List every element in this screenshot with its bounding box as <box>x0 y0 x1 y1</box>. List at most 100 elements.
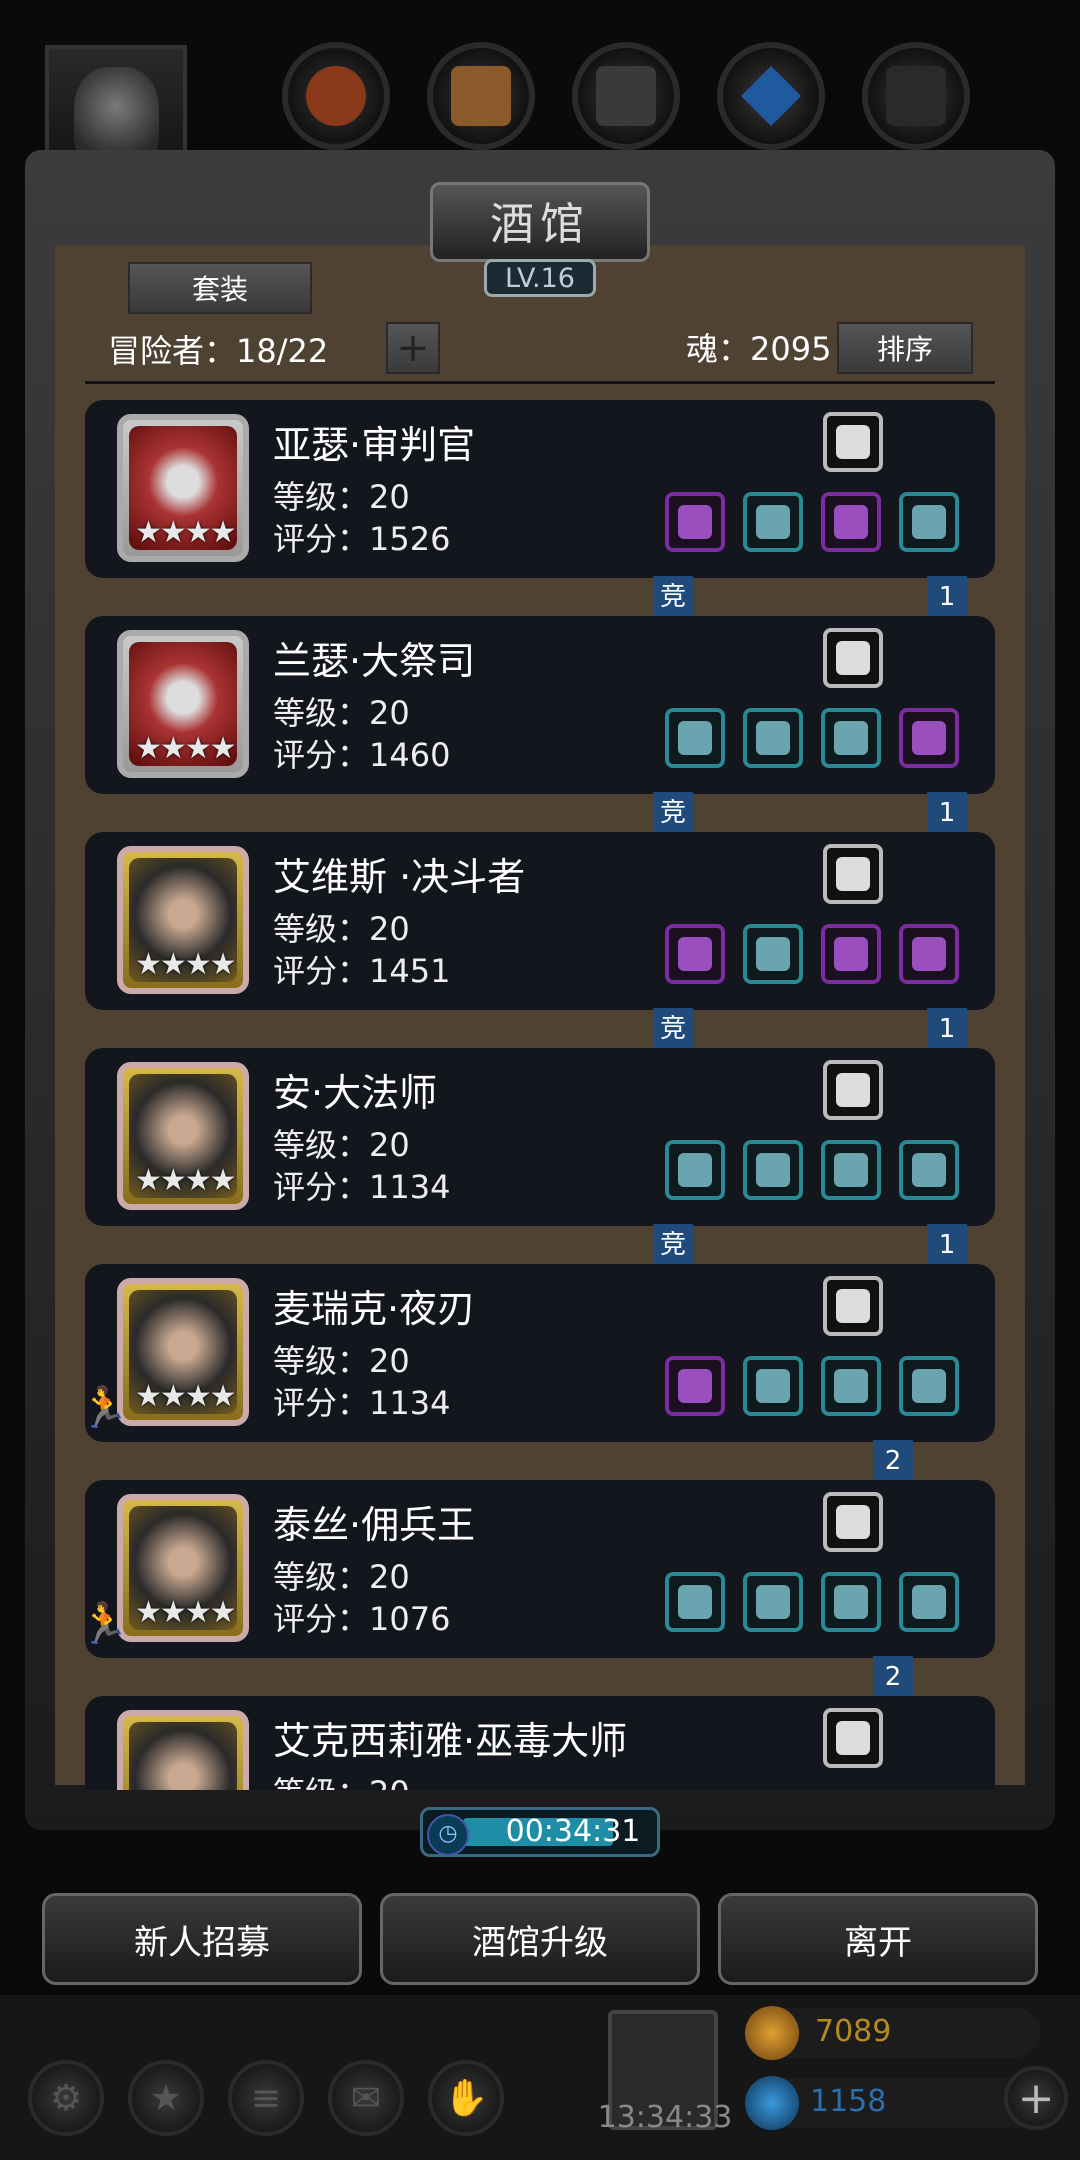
fang-icon[interactable] <box>823 1276 883 1336</box>
helmet-icon[interactable] <box>821 492 881 552</box>
slot-glyph <box>836 1289 870 1323</box>
hero-card[interactable]: ★★★★ 艾维斯 ·决斗者等级：20 评分：1451 <box>85 832 995 1010</box>
hero-card[interactable]: 艾克西莉雅·巫毒大师等级：20 <box>85 1696 995 1790</box>
slot-glyph <box>912 1585 946 1619</box>
slot-glyph <box>836 1721 870 1755</box>
slot-glyph <box>678 505 712 539</box>
hero-card[interactable]: ★★★★ 亚瑟·审判官 等级：20 评分：1526 <box>85 400 995 578</box>
treasure-chest-icon[interactable] <box>899 492 959 552</box>
sort-button[interactable]: 排序 <box>837 322 973 374</box>
leather-armor-icon[interactable] <box>743 1356 803 1416</box>
hero-score: 评分：1134 <box>273 1168 451 1206</box>
slot-glyph <box>834 1153 868 1187</box>
hero-card[interactable]: ★★★★ 麦瑞克·夜刃 等级：20 评分：1134 🏃 <box>85 1264 995 1442</box>
planks-icon[interactable] <box>427 42 535 150</box>
soul-count: 魂：2095 <box>686 330 832 368</box>
mail-icon[interactable]: ✉ <box>328 2060 404 2136</box>
ring-icon[interactable] <box>899 1140 959 1200</box>
hero-card[interactable]: ★★★★ 安·大法师等级：20 评分：1134 <box>85 1048 995 1226</box>
achievement-icon[interactable]: ★ <box>128 2060 204 2136</box>
slot-glyph <box>912 505 946 539</box>
tavern-title: 酒馆 <box>490 199 590 250</box>
fur-icon[interactable] <box>823 844 883 904</box>
upgrade-tavern-button[interactable]: 酒馆升级 <box>380 1893 700 1985</box>
hero-card[interactable]: ★★★★ 兰瑟·大祭司 等级：20 评分：1460 <box>85 616 995 794</box>
hero-portrait[interactable]: ★★★★ <box>117 414 249 562</box>
hero-portrait[interactable]: ★★★★ <box>117 630 249 778</box>
hero-name: 麦瑞克·夜刃 <box>273 1287 476 1331</box>
clock-icon: ◷ <box>427 1814 469 1856</box>
hero-portrait[interactable] <box>117 1710 249 1790</box>
wood-log-icon[interactable] <box>282 42 390 150</box>
robe-icon[interactable] <box>743 1140 803 1200</box>
slot-glyph <box>756 1369 790 1403</box>
staff-icon[interactable] <box>665 1140 725 1200</box>
hero-portrait[interactable]: ★★★★ <box>117 846 249 994</box>
hero-stars: ★★★★ <box>135 731 237 766</box>
dagger-icon[interactable] <box>665 1356 725 1416</box>
hero-name: 兰瑟·大祭司 <box>273 639 476 683</box>
robe-icon[interactable] <box>743 1572 803 1632</box>
leave-button[interactable]: 离开 <box>718 1893 1038 1985</box>
recruit-button[interactable]: 新人招募 <box>42 1893 362 1985</box>
hero-card[interactable]: ★★★★ 泰丝·佣兵王 等级：20 评分：1076 🏃 <box>85 1480 995 1658</box>
tavern-level-badge: LV.16 <box>484 259 596 297</box>
hero-portrait[interactable]: ★★★★ <box>117 1494 249 1642</box>
slot-glyph <box>912 1369 946 1403</box>
hero-level: 等级：20 <box>273 1768 410 1790</box>
slot-glyph <box>834 937 868 971</box>
slot-glyph <box>834 1585 868 1619</box>
horn-icon[interactable] <box>821 1572 881 1632</box>
iron-ingot-icon[interactable] <box>572 42 680 150</box>
hero-name: 安·大法师 <box>273 1071 438 1115</box>
hero-level: 等级：20 <box>273 694 410 732</box>
glove-icon[interactable] <box>821 1140 881 1200</box>
pickaxe-icon[interactable] <box>665 1572 725 1632</box>
chest-armor-icon[interactable] <box>743 492 803 552</box>
plate-armor-icon[interactable] <box>743 708 803 768</box>
add-slot-button[interactable]: + <box>386 322 440 374</box>
hero-score: 评分：1526 <box>273 520 451 558</box>
set-button[interactable]: 套装 <box>128 262 312 314</box>
coal-icon[interactable] <box>862 42 970 150</box>
ring-icon[interactable] <box>821 708 881 768</box>
hero-name: 艾维斯 ·决斗者 <box>273 855 526 899</box>
hero-stars: ★★★★ <box>135 515 237 550</box>
hero-name: 亚瑟·审判官 <box>273 423 476 467</box>
hero-level: 等级：20 <box>273 910 410 948</box>
slot-glyph <box>836 641 870 675</box>
hero-stars: ★★★★ <box>135 1379 237 1414</box>
hero-portrait[interactable]: ★★★★ <box>117 1062 249 1210</box>
slot-glyph <box>836 425 870 459</box>
crystal-icon[interactable] <box>717 42 825 150</box>
divider <box>85 381 995 384</box>
cloak-icon[interactable] <box>899 924 959 984</box>
boots-icon[interactable] <box>899 708 959 768</box>
ring-icon[interactable] <box>821 1356 881 1416</box>
handshake-icon[interactable]: ✋ <box>428 2060 504 2136</box>
ice-crystal-icon[interactable] <box>823 1060 883 1120</box>
hero-stars: ★★★★ <box>135 947 237 982</box>
slot-glyph <box>912 721 946 755</box>
hero-portrait[interactable]: ★★★★ <box>117 1278 249 1426</box>
hero-list[interactable]: ★★★★ 亚瑟·审判官 等级：20 评分：1526 竞 1 ★★★★ 兰瑟·大祭司 等级：20 评… <box>85 390 995 1790</box>
amethyst-icon[interactable] <box>823 1492 883 1552</box>
amethyst-icon[interactable] <box>823 1708 883 1768</box>
slot-glyph <box>678 1153 712 1187</box>
slot-glyph <box>836 1073 870 1107</box>
scroll-icon[interactable]: ≡ <box>228 2060 304 2136</box>
settings-icon[interactable]: ⚙ <box>28 2060 104 2136</box>
chest-armor-icon[interactable] <box>743 924 803 984</box>
horn-icon[interactable] <box>899 1572 959 1632</box>
sapphire-ring-icon[interactable] <box>899 1356 959 1416</box>
gold-ring-icon[interactable] <box>821 924 881 984</box>
gauntlet-icon[interactable] <box>823 412 883 472</box>
fur-icon[interactable] <box>823 628 883 688</box>
warhammer-icon[interactable] <box>665 708 725 768</box>
spear-icon[interactable] <box>665 924 725 984</box>
hero-score: 评分：1451 <box>273 952 451 990</box>
hammer-icon[interactable] <box>665 492 725 552</box>
add-gems-button[interactable]: + <box>1004 2066 1068 2130</box>
hero-level: 等级：20 <box>273 1126 410 1164</box>
timer-text: 00:34:31 <box>505 1814 641 1849</box>
